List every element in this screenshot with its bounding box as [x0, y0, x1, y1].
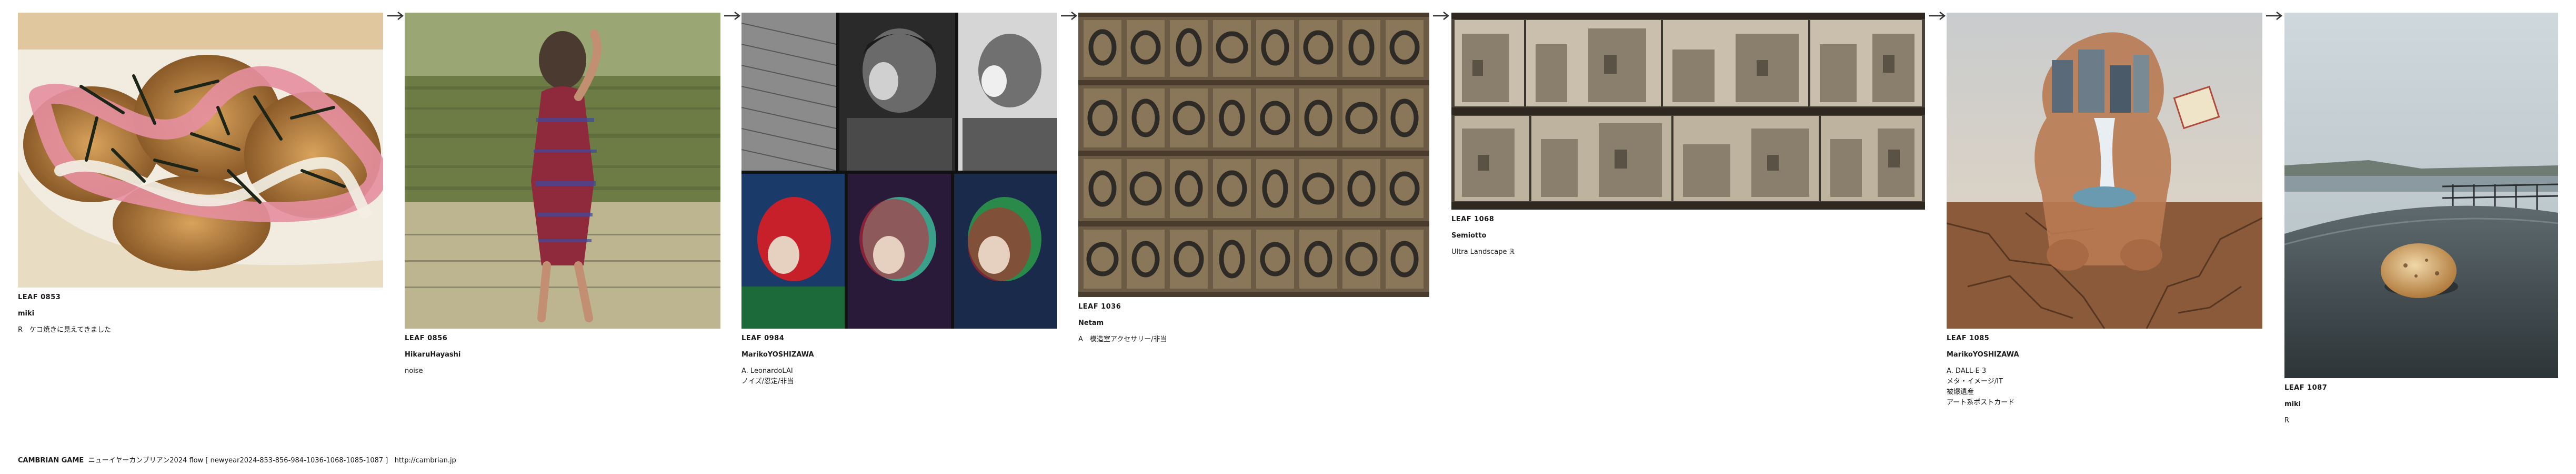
- leaf-author[interactable]: Semiotto: [1451, 231, 1515, 248]
- leaf-image[interactable]: [1947, 13, 2262, 329]
- leaf-note: 被爆遺産: [1947, 388, 1974, 396]
- leaf-number: LEAF 0984: [741, 334, 785, 342]
- leaf-note: ノイズ/忍定/非当: [741, 378, 794, 386]
- leaf-note: A. DALL-E 3: [1947, 367, 1987, 375]
- game-name: CAMBRIAN GAME: [18, 457, 84, 465]
- leaf-note: R: [2284, 417, 2290, 424]
- leaf-image[interactable]: [741, 13, 1057, 329]
- leaf-author[interactable]: Netam: [1078, 319, 1167, 335]
- leaf-author[interactable]: miki: [2284, 400, 2327, 416]
- leaf-caption: LEAF 1085 MarikoYOSHIZAWA A. DALL-E 3 メタ…: [1947, 334, 2019, 409]
- flow-description: ニューイヤーカンブリアン2024 flow [ newyear2024-853-…: [88, 457, 388, 465]
- right-arrow-icon: [386, 11, 405, 21]
- leaf-number: LEAF 0853: [18, 293, 61, 301]
- leaf-note: A. LeonardoLAI: [741, 367, 793, 375]
- right-arrow-icon: [1928, 11, 1947, 21]
- leaf-caption: LEAF 1068 Semiotto Ultra Landscape ℝ: [1451, 215, 1515, 264]
- leaf-image[interactable]: [405, 13, 720, 329]
- leaf-number: LEAF 1085: [1947, 334, 1990, 342]
- leaf-caption: LEAF 1036 Netam A 模造室アクセサリー/非当: [1078, 302, 1167, 351]
- leaf-caption: LEAF 1087 miki R: [2284, 383, 2327, 432]
- leaf-author[interactable]: miki: [18, 309, 111, 325]
- leaf-note: Ultra Landscape ℝ: [1451, 248, 1515, 256]
- right-arrow-icon: [723, 11, 742, 21]
- leaf-caption: LEAF 0853 miki R ケコ焼きに見えてきました: [18, 293, 111, 342]
- leaf-author[interactable]: MarikoYOSHIZAWA: [741, 350, 814, 367]
- right-arrow-icon: [2265, 11, 2284, 21]
- flow-footer: CAMBRIAN GAME ニューイヤーカンブリアン2024 flow [ ne…: [18, 456, 456, 466]
- leaf-author[interactable]: HikaruHayashi: [405, 350, 460, 367]
- leaf-note: メタ・イメージ/IT: [1947, 378, 2003, 386]
- leaf-caption: LEAF 0856 HikaruHayashi noise: [405, 334, 460, 383]
- leaf-author[interactable]: MarikoYOSHIZAWA: [1947, 350, 2019, 367]
- leaf-image[interactable]: [1451, 13, 1925, 210]
- leaf-number: LEAF 1036: [1078, 303, 1121, 311]
- leaf-image[interactable]: [18, 13, 383, 288]
- leaf-note: R ケコ焼きに見えてきました: [18, 326, 111, 334]
- leaf-number: LEAF 1087: [2284, 384, 2328, 392]
- site-link[interactable]: http://cambrian.jp: [395, 457, 456, 465]
- leaf-note: noise: [405, 367, 423, 375]
- leaf-number: LEAF 0856: [405, 334, 448, 342]
- leaf-note: アート系ポストカード: [1947, 399, 2015, 407]
- leaf-note: A 模造室アクセサリー/非当: [1078, 335, 1167, 343]
- leaf-number: LEAF 1068: [1451, 215, 1495, 223]
- right-arrow-icon: [1060, 11, 1079, 21]
- leaf-image[interactable]: [2284, 13, 2558, 378]
- leaf-image[interactable]: [1078, 13, 1429, 297]
- leaf-caption: LEAF 0984 MarikoYOSHIZAWA A. LeonardoLAI…: [741, 334, 814, 388]
- right-arrow-icon: [1432, 11, 1451, 21]
